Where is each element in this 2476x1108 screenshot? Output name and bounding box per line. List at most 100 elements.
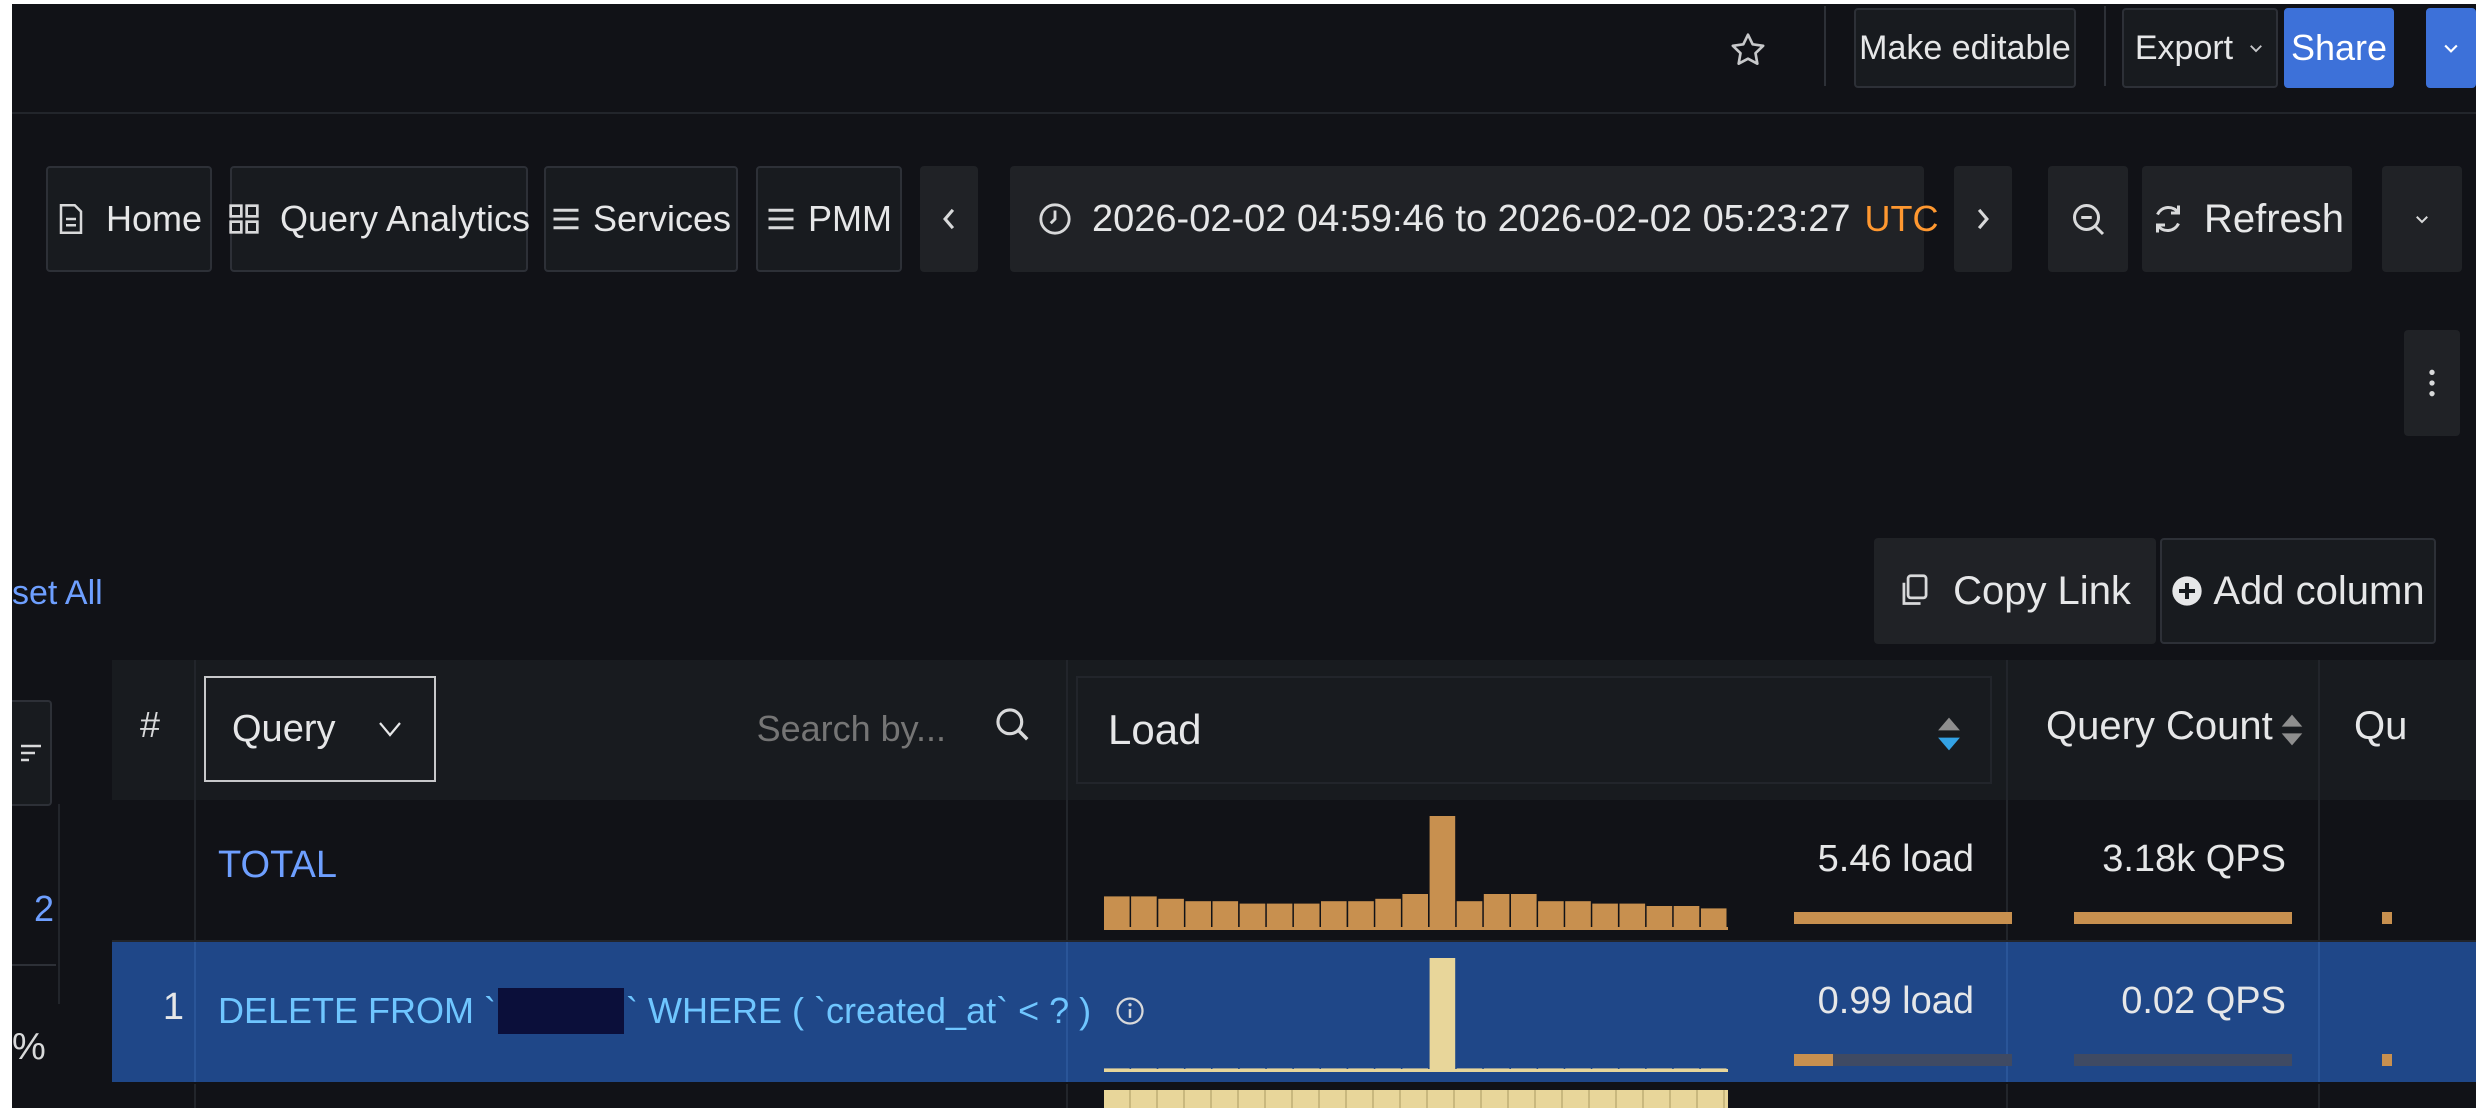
- next-column-header[interactable]: Qu: [2320, 660, 2476, 800]
- home-label: Home: [105, 198, 203, 239]
- load-sparkline-partial: [1104, 1090, 1728, 1108]
- refresh-button[interactable]: Refresh: [2142, 166, 2352, 272]
- query-count-cell: [2008, 1084, 2320, 1108]
- query-text[interactable]: DELETE FROM ` ` WHERE ( `created_at` < ?…: [218, 988, 1145, 1034]
- query-dimension-select[interactable]: Query: [204, 676, 436, 782]
- time-range-forward-button[interactable]: [1954, 166, 2012, 272]
- time-range-picker[interactable]: 2026-02-02 04:59:46 to 2026-02-02 05:23:…: [1010, 166, 1972, 272]
- filter-toggle-button[interactable]: [12, 700, 52, 806]
- sparkline-bar: [1348, 901, 1374, 930]
- sparkline-bar: [1592, 1068, 1618, 1072]
- clock-icon: [1038, 202, 1072, 236]
- time-range-back-button[interactable]: [920, 166, 978, 272]
- refresh-interval-button[interactable]: [2382, 166, 2462, 272]
- qps-bar-track: [2074, 1054, 2292, 1066]
- copy-link-label: Copy Link: [1953, 568, 2131, 613]
- query-text-prefix: DELETE FROM `: [218, 990, 497, 1031]
- sparkline-bar: [1266, 1068, 1293, 1072]
- home-button[interactable]: Home: [46, 166, 212, 272]
- chevron-left-icon: [940, 206, 958, 232]
- table-row-selected[interactable]: 1 DELETE FROM ` ` WHERE ( `created_at` <…: [112, 942, 2476, 1082]
- next-column-bar: [2382, 912, 2392, 924]
- sparkline-bar: [1456, 901, 1483, 930]
- query-analytics-label: Query Analytics: [279, 198, 531, 239]
- query-cell[interactable]: TOTAL: [196, 800, 1068, 940]
- row-index-cell: [112, 1084, 196, 1108]
- chevron-down-icon: [2413, 210, 2431, 228]
- menu-lines-icon: [766, 206, 796, 232]
- load-header[interactable]: Load: [1068, 660, 2008, 800]
- sparkline-bar: [1646, 1068, 1673, 1072]
- search-icon[interactable]: [994, 706, 1032, 744]
- sparkline-bar: [1321, 901, 1347, 930]
- sparkline-bar: [1293, 903, 1320, 930]
- load-sparkline: [1104, 958, 1728, 1072]
- sparkline-bar: [1239, 1068, 1266, 1072]
- query-header: Query: [196, 660, 1068, 800]
- add-column-label: Add column: [2213, 568, 2425, 613]
- query-analytics-button[interactable]: Query Analytics: [229, 166, 531, 272]
- next-column-cell: [2320, 942, 2476, 1082]
- refresh-icon: [2150, 201, 2186, 237]
- query-search-input[interactable]: [446, 676, 966, 782]
- load-sort-button[interactable]: Load: [1076, 676, 1992, 784]
- sparkline-bar: [1456, 1068, 1483, 1072]
- document-icon: [56, 202, 86, 236]
- qps-value: 3.18k QPS: [2102, 838, 2286, 880]
- zoom-out-button[interactable]: [2048, 166, 2128, 272]
- load-header-label: Load: [1108, 706, 1202, 753]
- share-options-button[interactable]: [2426, 8, 2476, 88]
- sparkline-bar: [1266, 903, 1293, 930]
- sparkline-bar: [1511, 894, 1537, 930]
- load-cell: 5.46 load: [1068, 800, 2012, 940]
- load-value: 5.46 load: [1817, 838, 1974, 880]
- query-count-cell: 3.18k QPS: [2008, 800, 2320, 940]
- row-index: 1: [162, 986, 184, 1028]
- add-column-button[interactable]: Add column: [2160, 538, 2436, 644]
- sparkline-bar: [1158, 1068, 1184, 1072]
- sparkline-bar: [1402, 894, 1428, 930]
- sparkline-bar: [1619, 903, 1646, 930]
- star-icon[interactable]: [1724, 26, 1772, 74]
- export-button[interactable]: Export: [2122, 8, 2278, 88]
- sparkline-bar: [1673, 906, 1700, 930]
- share-button[interactable]: Share: [2284, 8, 2394, 88]
- copy-link-button[interactable]: Copy Link: [1874, 538, 2156, 644]
- divider: [1824, 6, 1826, 86]
- load-value: 0.99 load: [1817, 980, 1974, 1022]
- table-row[interactable]: TOTAL 5.46 load 3.18k QPS: [112, 800, 2476, 942]
- more-vertical-icon: [2428, 366, 2436, 400]
- copy-icon: [1899, 573, 1931, 609]
- query-text[interactable]: TOTAL: [218, 844, 337, 887]
- query-count-header-label: Query Count: [2046, 704, 2273, 748]
- make-editable-button[interactable]: Make editable: [1854, 8, 2076, 88]
- pmm-button[interactable]: PMM: [756, 166, 902, 272]
- app-window: Make editable Export Share Home Query An…: [12, 4, 2476, 1108]
- redacted-table-name: [498, 988, 625, 1034]
- filter-count: 2: [34, 888, 55, 929]
- query-table: # Query Load Query Count: [112, 660, 2476, 1108]
- sparkline-bar: [1239, 903, 1266, 930]
- load-bar-fill: [1794, 912, 2012, 924]
- sparkline-bar: [1158, 898, 1184, 930]
- export-label: Export: [2134, 28, 2234, 67]
- query-count-header[interactable]: Query Count: [2008, 660, 2320, 800]
- sparkline-bar: [1185, 1068, 1211, 1072]
- reset-all-link[interactable]: set All: [12, 574, 103, 613]
- zoom-out-icon: [2070, 201, 2106, 237]
- sparkline-bar: [1619, 1068, 1646, 1072]
- sparkline-bar: [1212, 1068, 1239, 1072]
- qps-bar-track: [2074, 912, 2292, 924]
- sparkline-bar: [1429, 958, 1456, 1072]
- load-cell: [1068, 1084, 2008, 1108]
- sort-icon[interactable]: [2280, 710, 2304, 750]
- menu-lines-icon: [551, 206, 581, 232]
- row-index-cell: 1: [112, 942, 196, 1082]
- divider: [12, 964, 56, 966]
- sparkline-bar: [1646, 906, 1673, 930]
- table-row[interactable]: [112, 1084, 2476, 1108]
- services-button[interactable]: Services: [544, 166, 738, 272]
- query-cell[interactable]: DELETE FROM ` ` WHERE ( `created_at` < ?…: [196, 942, 1144, 1082]
- more-options-button[interactable]: [2404, 330, 2460, 436]
- refresh-label: Refresh: [2203, 196, 2345, 241]
